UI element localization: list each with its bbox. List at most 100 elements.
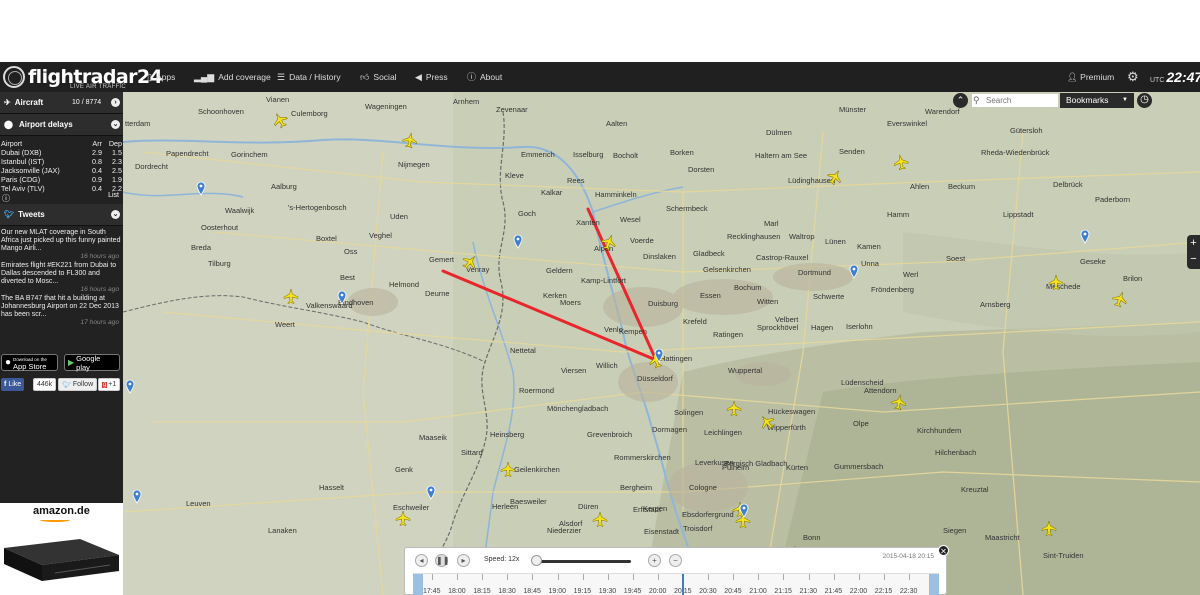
zoom-timeline-out-button[interactable]: − <box>669 554 682 567</box>
map-place-label: Hasselt <box>319 483 345 492</box>
map-place-label: Aalten <box>606 119 627 128</box>
delays-list-link[interactable]: List <box>108 192 119 199</box>
map-place-label: Fröndenberg <box>871 285 914 294</box>
delays-col-dep: Dep <box>108 139 122 148</box>
forward-button[interactable]: ▸ <box>457 554 470 567</box>
facebook-like-button[interactable]: f Like <box>1 378 25 391</box>
clock-history-icon[interactable]: ◷ <box>1137 93 1152 108</box>
nav-press[interactable]: ◀ Press <box>415 62 448 92</box>
map-place-label: Paderborn <box>1095 195 1130 204</box>
pause-button[interactable]: ❚❚ <box>435 554 449 567</box>
timeline-tick-label: 19:45 <box>623 588 642 595</box>
chevron-down-icon[interactable]: ⌄ <box>111 210 120 219</box>
chevron-right-icon[interactable]: › <box>111 98 120 107</box>
map-place-label: Veghel <box>369 231 392 240</box>
playback-timeline[interactable]: 17:45 18:00 18:15 18:30 18:45 19:00 19:15 19:30… <box>413 573 939 595</box>
table-row[interactable]: Istanbul (IST) 0.8 2.3 <box>0 157 123 166</box>
map-place-label: Kamp-Lintfort <box>581 276 627 285</box>
bookmarks-dropdown[interactable]: Bookmarks ▼ <box>1060 93 1134 108</box>
user-icon: 👤︎ <box>1067 72 1078 82</box>
premium-link[interactable]: 👤︎ Premium <box>1067 62 1114 92</box>
tweet-text[interactable]: Our new MLAT coverage in South Africa ju… <box>0 229 123 253</box>
map-place-label: Gorinchem <box>231 150 268 159</box>
info-icon[interactable]: ⓘ <box>2 193 10 204</box>
chevron-up-icon[interactable]: ⌃ <box>953 93 968 108</box>
rewind-button[interactable]: ◂ <box>415 554 428 567</box>
timeline-tick-label: 20:45 <box>724 588 742 595</box>
google-plus-button[interactable]: g +1 <box>98 378 121 391</box>
settings-gear-icon[interactable]: ⚙ <box>1127 69 1139 85</box>
table-row[interactable]: Dubai (DXB) 2.9 1.5 <box>0 148 123 157</box>
tweets-header[interactable]: 🐦︎ Tweets ⌄ <box>0 204 123 226</box>
aircraft-panel-header[interactable]: ✈ Aircraft 10 / 8774 › <box>0 92 123 114</box>
nav-press-label: Press <box>425 72 448 82</box>
timeline-tick-label: 19:00 <box>548 588 567 595</box>
timeline-cursor[interactable] <box>682 574 684 595</box>
airport-delays-header[interactable]: ⬤ Airport delays ⌄ <box>0 114 123 136</box>
map-place-label: Düsseldorf <box>637 374 674 383</box>
map-canvas[interactable]: tterdam Schoonhoven Vianen Culemborg Wagenin… <box>123 92 1200 595</box>
map-place-label: Duisburg <box>648 299 678 308</box>
twitter-follow-button[interactable]: 🐦︎ Follow <box>58 378 98 391</box>
nav-data-history-label: Data / History <box>289 72 341 82</box>
nav-add-coverage[interactable]: ▂▄▆ Add coverage <box>194 62 271 92</box>
map-place-label: Iserlohn <box>846 322 873 331</box>
nav-about[interactable]: ⓘ About <box>467 62 502 92</box>
timeline-left-arrow[interactable] <box>413 574 423 595</box>
map-place-label: Breda <box>191 243 212 252</box>
map-place-label: Bonn <box>803 533 821 542</box>
map-place-label: Kempen <box>619 327 647 336</box>
facebook-icon: f <box>4 381 7 388</box>
zoom-timeline-in-button[interactable]: + <box>648 554 661 567</box>
speed-slider-track[interactable] <box>535 560 631 563</box>
map-place-label: Dortmund <box>798 268 831 277</box>
google-play-label: Google play <box>76 353 101 372</box>
delay-dep: 1.9 <box>112 175 122 184</box>
delay-arr: 0.9 <box>92 175 102 184</box>
timeline-tick-label: 21:30 <box>799 588 818 595</box>
zoom-in-button[interactable]: + <box>1187 235 1200 251</box>
timeline-tick-label: 19:15 <box>573 588 592 595</box>
delay-arr: 0.4 <box>92 166 102 175</box>
map-place-label: Moers <box>560 298 581 307</box>
advertisement[interactable]: amazon.de <box>0 503 123 595</box>
nav-data-history[interactable]: ☰ Data / History <box>277 62 341 92</box>
timeline-tick <box>582 574 584 580</box>
map-place-label: Delbrück <box>1053 180 1083 189</box>
map-place-label: Hilchenbach <box>935 448 976 457</box>
map-place-label: Bergisch Gladbach <box>724 459 787 468</box>
map-place-label: Waalwijk <box>225 206 255 215</box>
chevron-down-icon[interactable]: ⌄ <box>111 120 120 129</box>
map-place-label: Voerde <box>630 236 654 245</box>
tweet-text[interactable]: Emirates flight #EK221 from Dubai to Dal… <box>0 262 123 286</box>
close-playback-button[interactable]: ✕ <box>938 545 949 556</box>
map-place-label: Zevenaar <box>496 105 528 114</box>
tweet-text[interactable]: The BA B747 that hit a building at Johan… <box>0 295 123 319</box>
map-place-label: Rommerskirchen <box>614 453 671 462</box>
nav-social[interactable]: 👍︎ Social <box>360 62 397 92</box>
search-input[interactable] <box>972 94 1058 107</box>
zoom-out-button[interactable]: − <box>1187 251 1200 267</box>
map-place-label: Troisdorf <box>683 524 713 533</box>
nav-apps[interactable]: ▯ Apps <box>147 62 175 92</box>
aircraft-count: 10 / 8774 <box>72 99 102 106</box>
map-place-label: Sint-Truiden <box>1043 551 1084 560</box>
timeline-tick <box>708 574 710 580</box>
speed-slider-handle[interactable] <box>531 555 542 566</box>
nav-apps-label: Apps <box>155 72 176 82</box>
map-place-label: Aalburg <box>271 182 297 191</box>
app-store-button[interactable]: ● Download on the App Store <box>1 354 58 371</box>
timeline-tick <box>532 574 534 580</box>
flightradar24-logo[interactable]: flightradar24 LIVE AIR TRAFFIC <box>3 63 163 91</box>
twitter-bird-icon: 🐦︎ <box>62 381 71 389</box>
megaphone-icon: ◀ <box>415 72 422 82</box>
google-play-button[interactable]: ▶ Google play <box>64 353 120 372</box>
map-place-label: Goch <box>518 209 536 218</box>
table-row[interactable]: Paris (CDG) 0.9 1.9 <box>0 175 123 184</box>
map-place-label: Dormagen <box>652 425 687 434</box>
playback-datetime: 2015-04-18 20:15 <box>882 553 934 560</box>
table-row[interactable]: Jacksonville (JAX) 0.4 2.5 <box>0 166 123 175</box>
timeline-right-arrow[interactable] <box>929 574 939 595</box>
table-row[interactable]: Tel Aviv (TLV) 0.4 2.2 <box>0 184 123 193</box>
timeline-tick <box>507 574 509 580</box>
